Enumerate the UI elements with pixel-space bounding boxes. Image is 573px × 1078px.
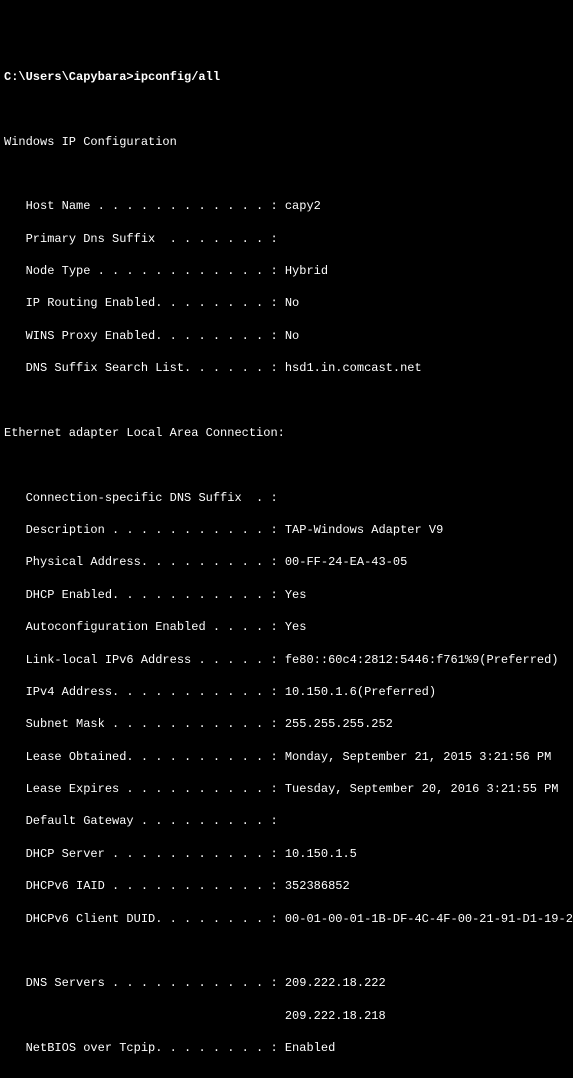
adapter1-subnet: Subnet Mask . . . . . . . . . . . : 255.… bbox=[4, 716, 569, 732]
adapter1-dhcp-server: DHCP Server . . . . . . . . . . . : 10.1… bbox=[4, 846, 569, 862]
blank-line bbox=[4, 166, 569, 182]
adapter1-autoconf: Autoconfiguration Enabled . . . . : Yes bbox=[4, 619, 569, 635]
primary-dns-suffix: Primary Dns Suffix . . . . . . . : bbox=[4, 231, 569, 247]
adapter1-lease-exp: Lease Expires . . . . . . . . . . : Tues… bbox=[4, 781, 569, 797]
command-prompt[interactable]: C:\Users\Capybara>ipconfig/all bbox=[4, 69, 569, 85]
adapter1-dns2: 209.222.18.218 bbox=[4, 1008, 569, 1024]
blank-line bbox=[4, 943, 569, 959]
adapter1-gateway: Default Gateway . . . . . . . . . : bbox=[4, 813, 569, 829]
adapter1-conn-suffix: Connection-specific DNS Suffix . : bbox=[4, 490, 569, 506]
adapter1-dhcp: DHCP Enabled. . . . . . . . . . . : Yes bbox=[4, 587, 569, 603]
adapter1-dns1: DNS Servers . . . . . . . . . . . : 209.… bbox=[4, 975, 569, 991]
blank-line bbox=[4, 457, 569, 473]
adapter1-linklocal: Link-local IPv6 Address . . . . . : fe80… bbox=[4, 652, 569, 668]
host-name: Host Name . . . . . . . . . . . . : capy… bbox=[4, 198, 569, 214]
adapter1-lease-obt: Lease Obtained. . . . . . . . . . : Mond… bbox=[4, 749, 569, 765]
adapter1-dhcpv6-duid: DHCPv6 Client DUID. . . . . . . . : 00-0… bbox=[4, 911, 569, 927]
node-type: Node Type . . . . . . . . . . . . : Hybr… bbox=[4, 263, 569, 279]
ip-routing: IP Routing Enabled. . . . . . . . : No bbox=[4, 295, 569, 311]
adapter1-dhcpv6-iaid: DHCPv6 IAID . . . . . . . . . . . : 3523… bbox=[4, 878, 569, 894]
blank-line bbox=[4, 1072, 569, 1078]
adapter1-description: Description . . . . . . . . . . . : TAP-… bbox=[4, 522, 569, 538]
adapter1-ipv4: IPv4 Address. . . . . . . . . . . : 10.1… bbox=[4, 684, 569, 700]
adapter1-title: Ethernet adapter Local Area Connection: bbox=[4, 425, 569, 441]
adapter1-physical: Physical Address. . . . . . . . . : 00-F… bbox=[4, 554, 569, 570]
wins-proxy: WINS Proxy Enabled. . . . . . . . : No bbox=[4, 328, 569, 344]
section-header: Windows IP Configuration bbox=[4, 134, 569, 150]
adapter1-netbios: NetBIOS over Tcpip. . . . . . . . : Enab… bbox=[4, 1040, 569, 1056]
dns-suffix-search: DNS Suffix Search List. . . . . . : hsd1… bbox=[4, 360, 569, 376]
blank-line bbox=[4, 101, 569, 117]
blank-line bbox=[4, 393, 569, 409]
